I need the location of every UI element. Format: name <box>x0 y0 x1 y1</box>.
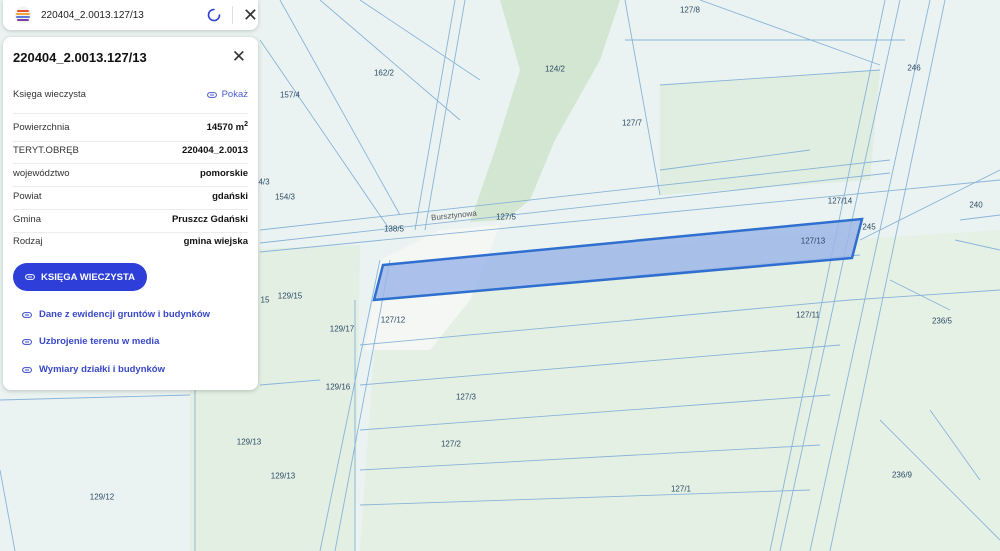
button-label: KSIĘGA WIECZYSTA <box>41 271 135 283</box>
divider <box>13 113 248 114</box>
link-icon <box>22 338 32 345</box>
area-row: Powierzchnia 14570 m2 <box>13 121 248 133</box>
divider <box>13 186 248 187</box>
row-value: 14570 m2 <box>206 121 248 134</box>
parcel-label[interactable]: 129/13 <box>237 438 261 447</box>
parcel-label[interactable]: 4/3 <box>258 178 269 187</box>
parcel-label[interactable]: 129/16 <box>326 383 350 392</box>
row-value: gmina wiejska <box>183 236 248 247</box>
row-value: 220404_2.0013 <box>181 145 248 156</box>
show-ksiega-label: Pokaż <box>221 89 248 100</box>
row-label: Gmina <box>13 214 41 225</box>
parcel-label[interactable]: 162/2 <box>374 69 394 78</box>
voivodeship-row: województwo pomorskie <box>13 168 248 179</box>
parcel-label[interactable]: 138/5 <box>384 225 404 234</box>
ksiega-row: Księga wieczysta Pokaż <box>13 89 248 100</box>
search-bar: ✕ <box>3 0 258 30</box>
link-icon <box>22 311 32 318</box>
app-logo-icon[interactable] <box>14 6 32 24</box>
divider <box>231 6 233 24</box>
link-icon <box>206 91 217 98</box>
utilities-link[interactable]: Uzbrojenie terenu w media <box>22 336 159 347</box>
parcel-label[interactable]: 127/5 <box>496 213 516 222</box>
link-label: Uzbrojenie terenu w media <box>39 336 160 347</box>
panel-title: 220404_2.0013.127/13 <box>13 50 147 65</box>
link-label: Dane z ewidencji gruntów i budynków <box>39 309 211 320</box>
parcel-label[interactable]: 240 <box>969 201 982 210</box>
parcel-label[interactable]: 127/12 <box>381 316 405 325</box>
link-icon <box>25 274 35 280</box>
parcel-label[interactable]: 127/7 <box>622 119 642 128</box>
divider <box>13 141 248 142</box>
show-ksiega-link[interactable]: Pokaż <box>206 89 248 100</box>
row-value: Pruszcz Gdański <box>171 214 248 225</box>
row-label: województwo <box>13 168 70 179</box>
ksiega-wieczysta-button[interactable]: KSIĘGA WIECZYSTA <box>13 263 147 291</box>
gmina-row: Gmina Pruszcz Gdański <box>13 214 248 225</box>
land-registry-data-link[interactable]: Dane z ewidencji gruntów i budynków <box>22 309 210 320</box>
parcel-label[interactable]: 127/8 <box>680 6 700 15</box>
divider <box>13 232 248 233</box>
parcel-label[interactable]: 127/1 <box>671 485 691 494</box>
parcel-label[interactable]: 129/17 <box>330 325 354 334</box>
parcel-label[interactable]: 236/5 <box>932 317 952 326</box>
parcel-label[interactable]: 127/14 <box>828 197 852 206</box>
divider <box>13 209 248 210</box>
link-label: Wymiary działki i budynków <box>39 364 165 375</box>
parcel-label[interactable]: 124/2 <box>545 65 565 74</box>
loading-spinner-icon <box>207 8 221 22</box>
row-label: Rodzaj <box>13 236 43 247</box>
link-icon <box>22 366 32 373</box>
divider <box>13 163 248 164</box>
parcel-info-panel: 220404_2.0013.127/13 ✕ Księga wieczysta … <box>3 37 258 390</box>
teryt-row: TERYT.OBRĘB 220404_2.0013 <box>13 145 248 156</box>
parcel-label[interactable]: 129/13 <box>271 472 295 481</box>
parcel-label[interactable]: 236/9 <box>892 471 912 480</box>
row-label: TERYT.OBRĘB <box>13 145 79 156</box>
parcel-label[interactable]: 127/11 <box>796 311 820 320</box>
parcel-label[interactable]: 15 <box>261 296 270 305</box>
row-value: pomorskie <box>199 168 248 179</box>
search-input[interactable] <box>38 8 193 22</box>
close-search-icon[interactable]: ✕ <box>243 6 258 24</box>
parcel-label[interactable]: 157/4 <box>280 91 300 100</box>
parcel-label[interactable]: 127/3 <box>456 393 476 402</box>
parcel-label[interactable]: 129/15 <box>278 292 302 301</box>
row-label: Powierzchnia <box>13 121 70 133</box>
parcel-label[interactable]: 246 <box>907 64 920 73</box>
powiat-row: Powiat gdański <box>13 191 248 202</box>
row-label: Powiat <box>13 191 42 202</box>
parcel-label[interactable]: 154/3 <box>275 193 295 202</box>
parcel-label[interactable]: 245 <box>862 223 875 232</box>
type-row: Rodzaj gmina wiejska <box>13 236 248 247</box>
dimensions-link[interactable]: Wymiary działki i budynków <box>22 364 165 375</box>
parcel-label[interactable]: 129/12 <box>90 493 114 502</box>
close-panel-icon[interactable]: ✕ <box>232 47 246 67</box>
ksiega-label: Księga wieczysta <box>13 89 86 100</box>
parcel-label[interactable]: 127/2 <box>441 440 461 449</box>
selected-parcel-label[interactable]: 127/13 <box>801 237 825 246</box>
row-value: gdański <box>212 191 248 202</box>
